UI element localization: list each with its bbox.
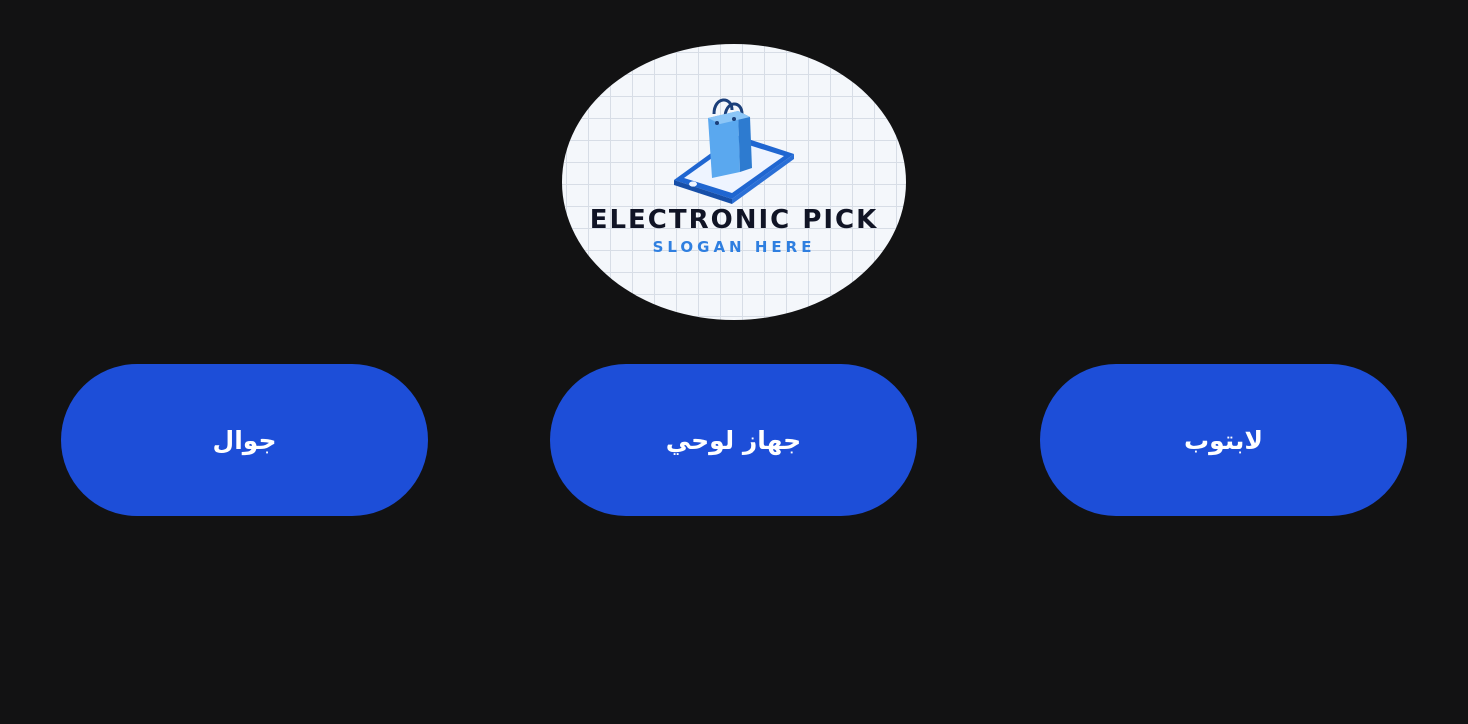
brand-title: ELECTRONIC PICK — [589, 205, 879, 235]
app-screen: ELECTRONIC PICK SLOGAN HERE جوال جهاز لو… — [0, 0, 1468, 724]
brand-slogan: SLOGAN HERE — [652, 238, 816, 256]
category-laptop-button[interactable]: لابتوب — [1040, 364, 1407, 516]
category-mobile-button[interactable]: جوال — [61, 364, 428, 516]
brand-logo: ELECTRONIC PICK SLOGAN HERE — [562, 44, 906, 320]
category-tablet-button[interactable]: جهاز لوحي — [550, 364, 917, 516]
shopping-bag-on-phone-icon — [674, 98, 794, 204]
